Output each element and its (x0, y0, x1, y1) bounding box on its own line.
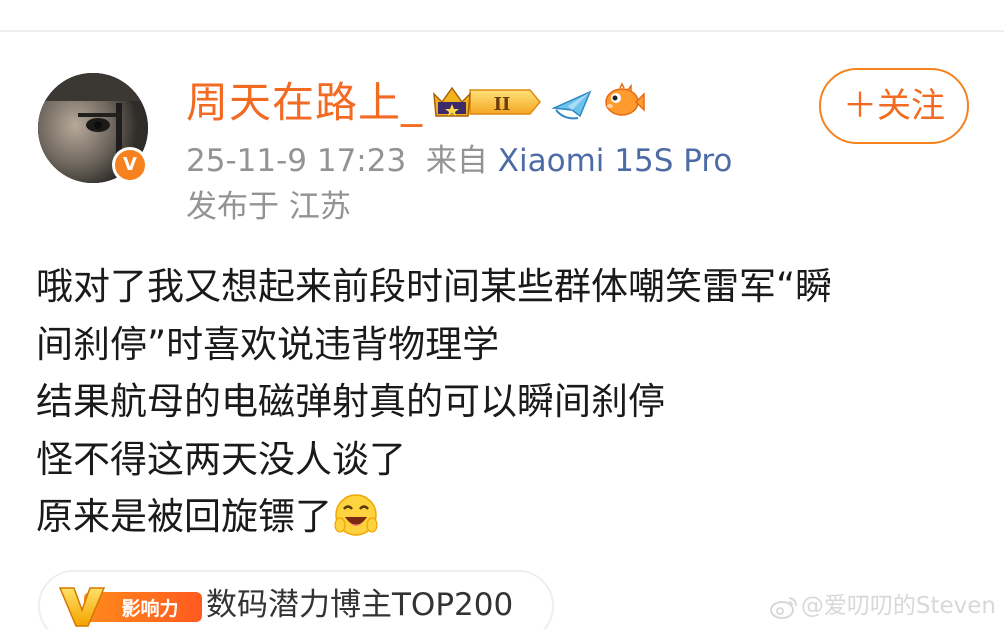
pufferfish-badge-icon[interactable] (600, 78, 646, 124)
verified-badge: V (112, 147, 148, 183)
author-username[interactable]: 周天在路上_ (186, 76, 423, 130)
weibo-post-screen: V 周天在路上_ II ＋关注 25-11-9 17:23 来自 Xiaomi … (0, 0, 1004, 629)
crown-level-text: II (494, 94, 511, 115)
follow-button[interactable]: ＋关注 (819, 68, 969, 144)
watermark-text: @爱叨叨的Steven (800, 593, 996, 619)
influence-text: 数码潜力博主TOP200 (206, 587, 514, 623)
author-avatar[interactable]: V (38, 73, 150, 185)
weibo-logo-icon (769, 596, 797, 619)
influence-tag-icon: 影响力 (58, 587, 202, 627)
top-divider (0, 30, 1004, 32)
post-body-line: 间刹停”时喜欢说违背物理学 (36, 322, 500, 366)
post-location: 发布于 江苏 (186, 189, 351, 225)
influence-badge[interactable]: 影响力 数码潜力博主TOP200 (38, 570, 554, 629)
post-source-prefix: 来自 (425, 143, 488, 179)
post-timestamp: 25-11-9 17:23 (186, 143, 407, 179)
post-body-line: 结果航母的电磁弹射真的可以瞬间刹停 (36, 380, 665, 423)
post-body-line-last: 原来是被回旋镖了 (36, 488, 976, 546)
influence-tag-label: 影响力 (121, 597, 178, 620)
post-body-line: 原来是被回旋镖了 (36, 495, 332, 538)
post-meta: 25-11-9 17:23 来自 Xiaomi 15S Pro (186, 138, 732, 184)
post-body: 哦对了我又想起来前段时间某些群体嘲笑雷军“瞬 间刹停”时喜欢说违背物理学 结果航… (36, 258, 976, 546)
post-body-line: 哦对了我又想起来前段时间某些群体嘲笑雷军“瞬 (36, 265, 833, 308)
post-source-device[interactable]: Xiaomi 15S Pro (498, 143, 733, 179)
paper-plane-badge-icon[interactable] (550, 80, 594, 124)
laughing-face-emoji-icon (334, 493, 378, 536)
post-body-line: 怪不得这两天没人谈了 (36, 437, 406, 481)
watermark: @爱叨叨的Steven (769, 590, 996, 622)
crown-level-badge-icon[interactable]: II (432, 80, 542, 124)
